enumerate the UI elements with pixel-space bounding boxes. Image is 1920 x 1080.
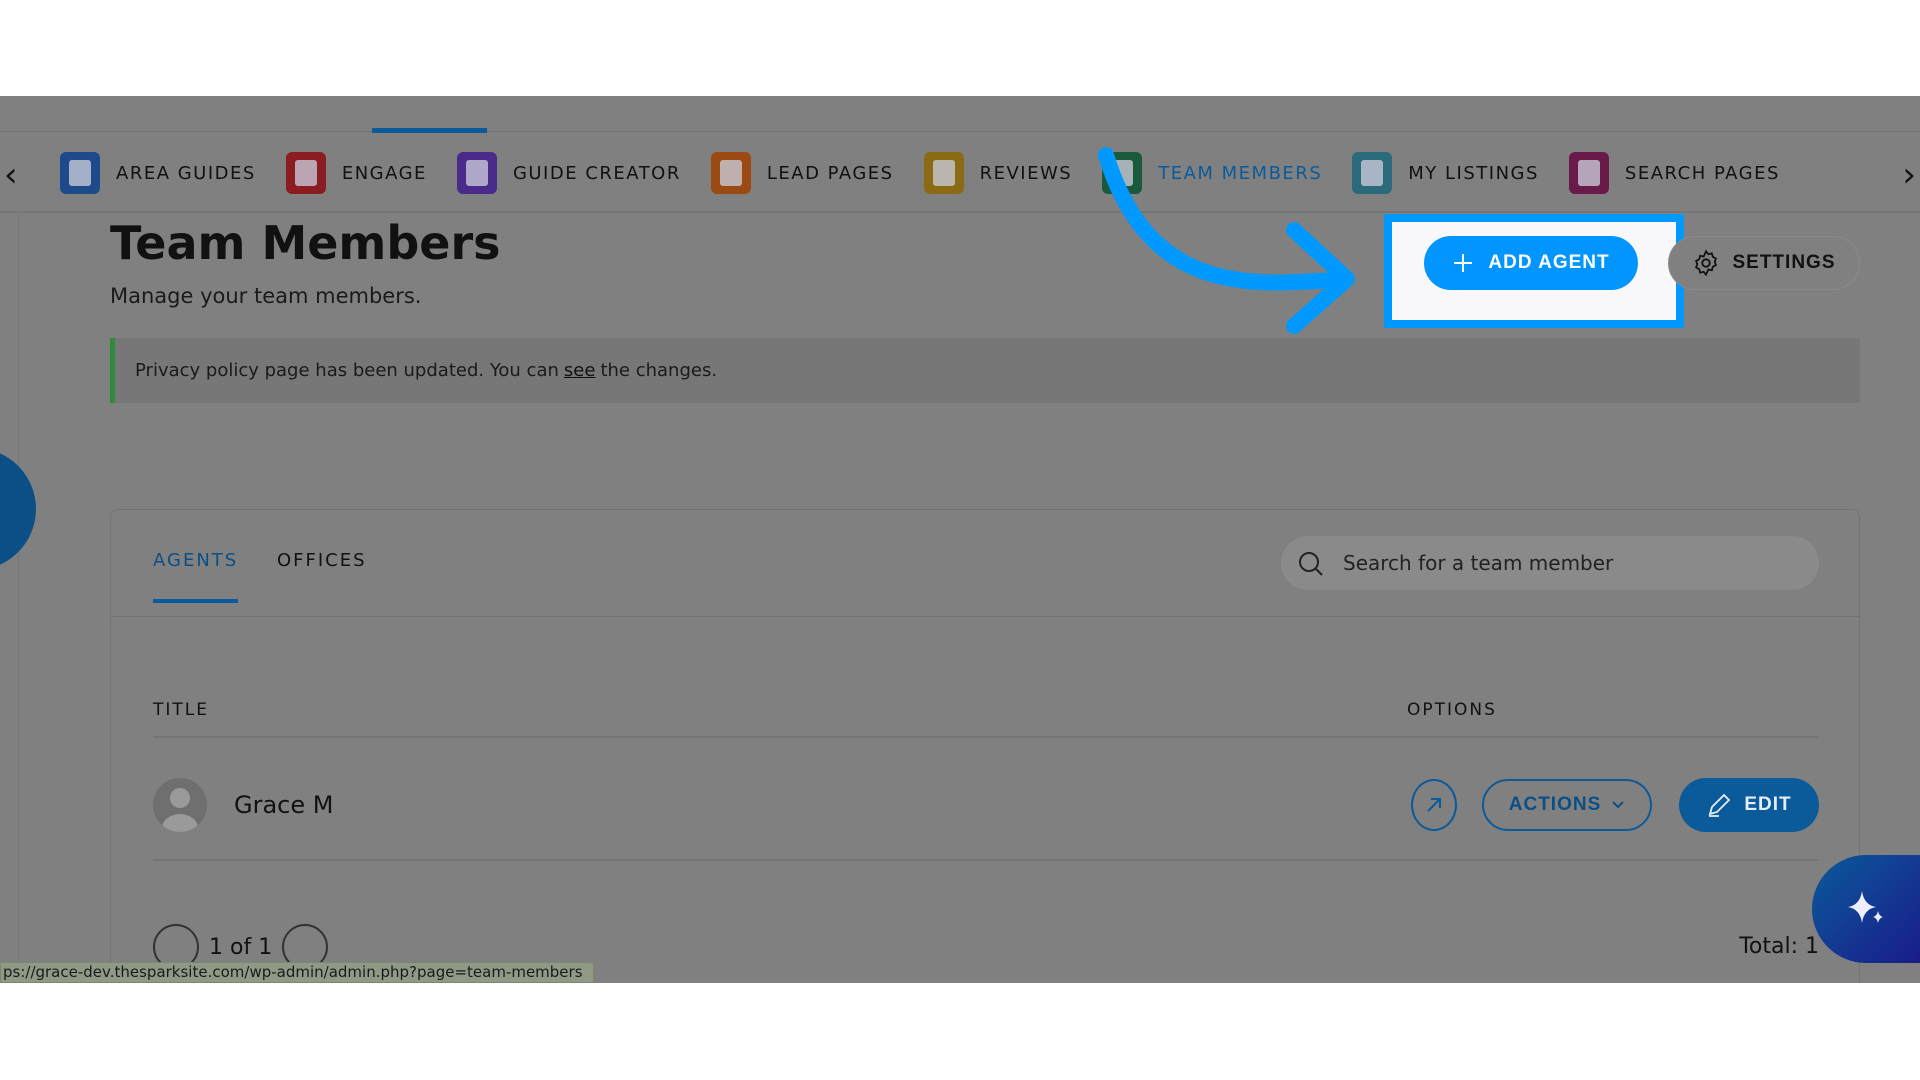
nav-item-guide-creator[interactable]: GUIDE CREATOR [456, 152, 681, 194]
add-agent-button[interactable]: ADD AGENT [1424, 236, 1638, 290]
agent-name[interactable]: Grace M [234, 791, 333, 819]
nav-item-reviews[interactable]: REVIEWS [923, 152, 1073, 194]
top-bar [0, 96, 1920, 133]
nav-item-my-listings[interactable]: MY LISTINGS [1352, 152, 1539, 194]
plus-icon [1454, 254, 1473, 272]
team-members-icon [1102, 152, 1143, 194]
reviews-icon [923, 152, 964, 194]
notice-banner: Privacy policy page has been updated. Yo… [110, 338, 1860, 403]
nav-item-label: REVIEWS [979, 162, 1073, 184]
guide-creator-icon [456, 152, 497, 194]
edit-label: EDIT [1744, 794, 1792, 815]
nav-item-label: GUIDE CREATOR [512, 162, 681, 184]
nav-item-label: MY LISTINGS [1408, 162, 1539, 184]
divider [111, 616, 1859, 617]
my-listings-icon [1352, 152, 1393, 194]
nav-item-area-guides[interactable]: AREA GUIDES [60, 152, 256, 194]
sidebar-toggle-button[interactable] [0, 448, 36, 570]
notice-see-link[interactable]: see [564, 360, 596, 381]
nav-item-label: TEAM MEMBERS [1158, 162, 1323, 184]
nav-item-label: SEARCH PAGES [1624, 162, 1780, 184]
chevron-left-icon[interactable]: ‹ [4, 155, 18, 195]
lead-pages-icon [710, 152, 751, 194]
divider [18, 213, 19, 983]
ai-assistant-button[interactable] [1812, 855, 1920, 963]
page-title: Team Members [110, 216, 501, 270]
pencil-icon [1709, 793, 1731, 817]
gear-icon [1695, 249, 1718, 277]
divider [153, 859, 1819, 861]
settings-button[interactable]: SETTINGS [1668, 236, 1860, 290]
nav-item-search-pages[interactable]: SEARCH PAGES [1568, 152, 1780, 194]
nav-item-engage[interactable]: ENGAGE [285, 152, 427, 194]
page-indicator: 1 of 1 [209, 934, 273, 960]
total-count: Total: 1 [1739, 934, 1819, 959]
actions-dropdown[interactable]: ACTIONS [1482, 779, 1652, 831]
search-pages-icon [1568, 152, 1609, 194]
column-title: TITLE [153, 700, 209, 720]
tab-agents[interactable]: AGENTS [153, 550, 239, 603]
nav-item-lead-pages[interactable]: LEAD PAGES [710, 152, 894, 194]
sparkle-icon [1848, 891, 1883, 923]
chevron-down-icon [1612, 801, 1624, 809]
add-agent-label: ADD AGENT [1488, 252, 1610, 273]
avatar [153, 778, 207, 832]
chevron-right-icon[interactable]: › [1902, 155, 1916, 195]
actions-label: ACTIONS [1508, 794, 1602, 815]
page-subtitle: Manage your team members. [110, 284, 422, 308]
tab-offices[interactable]: OFFICES [277, 550, 367, 599]
notice-text: Privacy policy page has been updated. Yo… [135, 360, 559, 381]
notice-text-end: the changes. [600, 360, 718, 381]
nav-item-label: LEAD PAGES [766, 162, 894, 184]
nav-item-team-members[interactable]: TEAM MEMBERS [1102, 152, 1322, 194]
engage-icon [285, 152, 326, 194]
search-field[interactable] [1281, 536, 1819, 590]
search-icon [1299, 552, 1323, 576]
edit-button[interactable]: EDIT [1679, 778, 1819, 832]
nav-item-label: AREA GUIDES [116, 162, 256, 184]
app-screen: ‹ AREA GUIDES ENGAGE GUIDE CREATOR LEAD PAG… [0, 96, 1920, 983]
settings-label: SETTINGS [1732, 252, 1836, 273]
column-options: OPTIONS [1407, 700, 1497, 720]
arrow-up-right-icon [1427, 798, 1441, 812]
open-link-button[interactable] [1411, 779, 1457, 831]
nav-item-label: ENGAGE [341, 162, 427, 184]
search-input[interactable] [1343, 551, 1763, 575]
team-card: AGENTS OFFICES TITLE OPTIONS Grace M ACT… [110, 509, 1860, 983]
area-guides-icon [60, 152, 100, 194]
status-bar-url: ps://grace-dev.thesparksite.com/wp-admin… [0, 962, 594, 983]
module-nav: ‹ AREA GUIDES ENGAGE GUIDE CREATOR LEAD PAG… [0, 133, 1920, 213]
divider [153, 736, 1819, 738]
